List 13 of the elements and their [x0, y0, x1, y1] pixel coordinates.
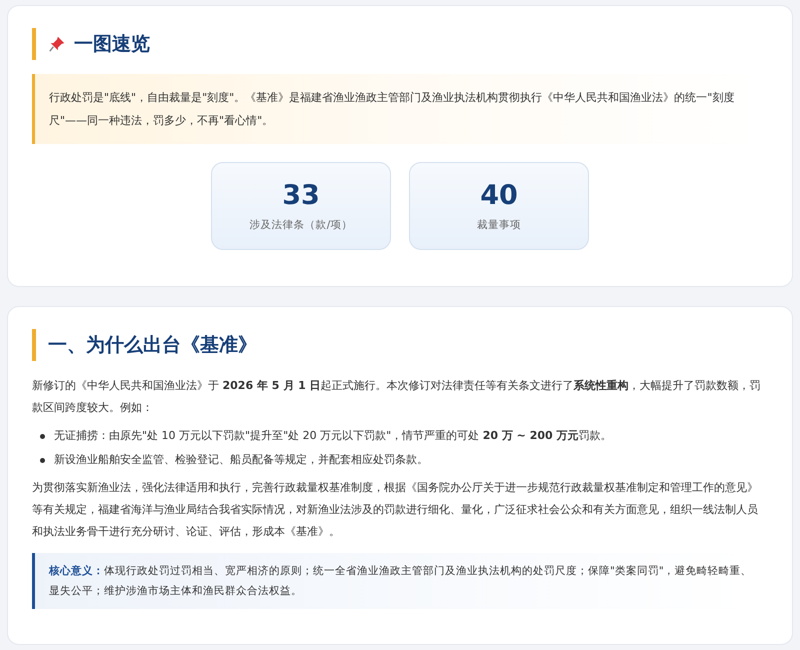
paragraph: 为贯彻落实新渔业法，强化法律适用和执行，完善行政裁量权基准制度，根据《国务院办公厅关于进一步规范行政裁量权基准制定和管理工作的意见》等有关规定，福建省海洋与渔业局结合我省实际情况，对新渔业法涉及的罚款进行细化、量化，广泛征求社会公众和有关方面意见，组织一线法制人员和执法业务骨干进行充分研讨、论证、评估，形成本《基准》。	[32, 480, 759, 540]
stat-label: 涉及法律条（款/项）	[250, 218, 352, 232]
bullet-item: 无证捕捞：由原先"处 10 万元以下罚款"提升至"处 20 万元以下罚款"，情节严重的可处 20 万 ~ 200 万元罚款。	[54, 428, 612, 444]
section-title: 一、为什么出台《基准》	[48, 333, 257, 358]
stat-label: 裁量事项	[477, 218, 521, 232]
stat-value: 40	[480, 180, 518, 212]
bullet-icon	[40, 458, 45, 462]
bullet-item: 新设渔业船舶安全监管、检验登记、船员配备等规定，并配套相应处罚条款。	[54, 452, 428, 468]
paragraph: 新修订的《中华人民共和国渔业法》于 2026 年 5 月 1 日起正式施行。本次修订对法律责任等有关条文进行了系统性重构，大幅提升了罚款数额，罚款区间跨度较大。例如：	[32, 378, 762, 416]
stat-value: 33	[282, 180, 320, 212]
bullet-icon	[40, 434, 45, 438]
pushpin-icon	[48, 35, 66, 53]
section-title: 一图速览	[74, 32, 150, 57]
